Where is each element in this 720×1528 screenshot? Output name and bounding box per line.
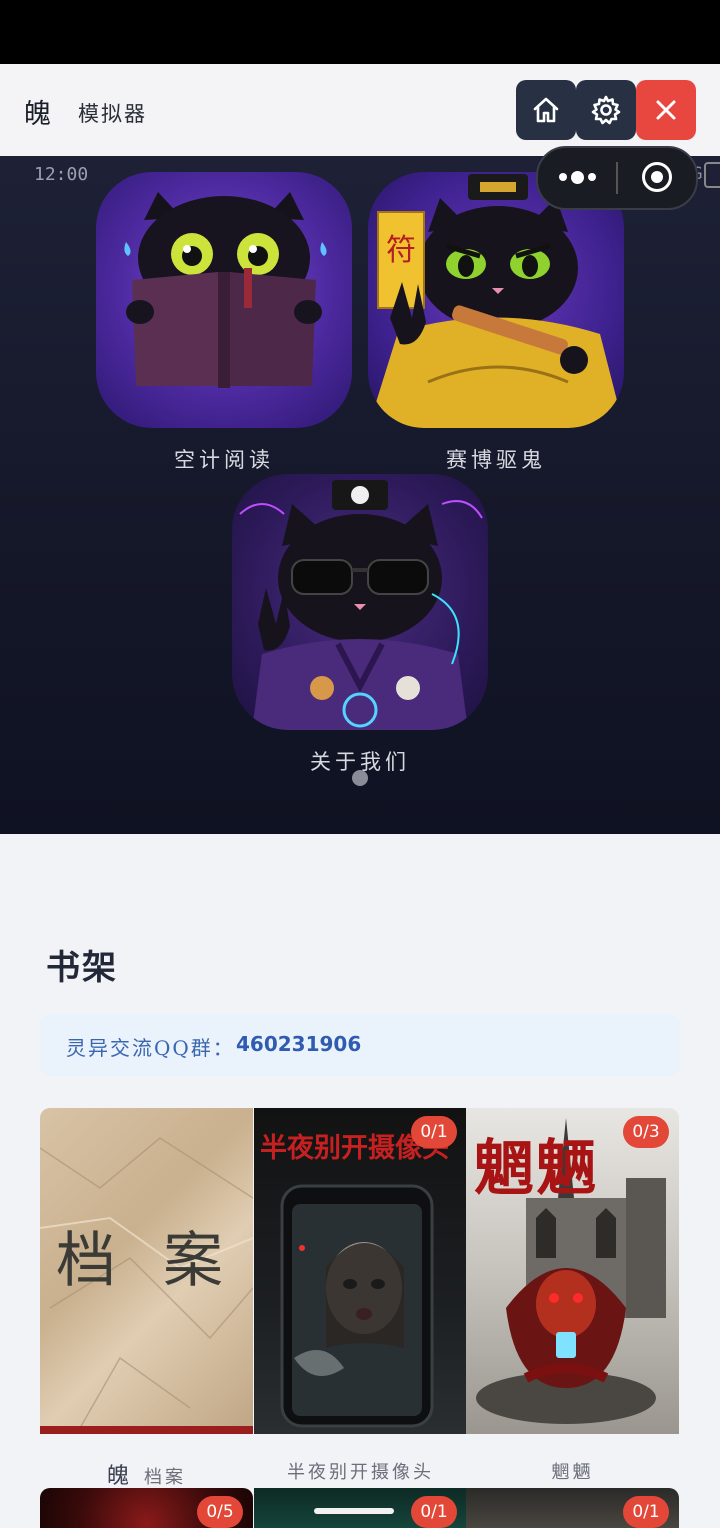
book-title-archive: 魄 档案: [40, 1458, 253, 1490]
book-progress-badge: 0/5: [197, 1496, 243, 1528]
book-progress-badge: 0/1: [411, 1116, 457, 1148]
book-progress-badge: 0/3: [623, 1116, 669, 1148]
taoist-cat-sword-icon: 符: [368, 174, 624, 428]
book-progress-badge: 0/1: [411, 1496, 457, 1528]
cool-cat-sunglasses-icon: [239, 480, 483, 730]
settings-button[interactable]: [576, 80, 636, 140]
book-title-archive-rest: 档案: [144, 1467, 187, 1488]
book-progress-bar: [40, 1426, 253, 1434]
book-progress-badge: 0/1: [623, 1496, 669, 1528]
book-card-archive[interactable]: 档 案: [40, 1108, 253, 1434]
gear-icon: [591, 95, 621, 125]
book-title-demon: 魍魉: [551, 1462, 594, 1483]
emulator-screen: 12:00 5G 空计阅读: [0, 156, 720, 834]
mini-program-capsule: [536, 146, 698, 210]
close-icon: [656, 100, 676, 120]
app-icon-reading[interactable]: [96, 172, 352, 428]
app-icon-exorcism[interactable]: 符: [368, 172, 624, 428]
qq-group-number[interactable]: 460231906: [236, 1032, 361, 1056]
battery-icon: [704, 162, 720, 188]
crying-cat-book-icon: [124, 192, 327, 388]
svg-text:符: 符: [386, 233, 416, 268]
book-card-row2-1[interactable]: 0/5: [40, 1488, 253, 1528]
phone-horror-illustration: [280, 1184, 434, 1428]
book-title-camera: 半夜别开摄像头: [287, 1462, 434, 1483]
app-icon-about[interactable]: [232, 474, 488, 730]
close-button[interactable]: [636, 80, 696, 140]
emulator-time: 12:00: [34, 164, 89, 185]
book-card-demon[interactable]: 魍魉 0/3: [466, 1108, 679, 1434]
home-icon: [533, 97, 559, 123]
capsule-divider: [616, 162, 618, 194]
bookshelf-title: 书架: [46, 948, 118, 988]
book-card-row2-3[interactable]: 0/1: [466, 1488, 679, 1528]
qq-group-banner[interactable]: 灵异交流QQ群： 460231906: [40, 1014, 680, 1076]
home-button[interactable]: [516, 80, 576, 140]
book-card-camera[interactable]: 半夜别开摄像头 0/1: [254, 1108, 467, 1434]
book-cover-glyph: [314, 1508, 394, 1514]
book-title-archive-main: 魄: [106, 1464, 129, 1489]
qq-group-label: 灵异交流QQ群：: [66, 1036, 235, 1060]
book-cover-text: 档 案: [55, 1226, 238, 1296]
app-header: 魄 模拟器: [0, 64, 720, 156]
book-card-row2-2[interactable]: 0/1: [254, 1488, 467, 1528]
page-indicator-dot: [352, 770, 368, 786]
more-dots-icon[interactable]: [558, 166, 596, 188]
app-title: 魄: [24, 99, 51, 130]
app-subtitle: 模拟器: [78, 102, 147, 126]
target-icon[interactable]: [642, 162, 672, 192]
app-label-exorcism: 赛博驱鬼: [446, 448, 546, 472]
system-status-bar: [0, 0, 720, 64]
app-label-reading: 空计阅读: [174, 448, 274, 472]
